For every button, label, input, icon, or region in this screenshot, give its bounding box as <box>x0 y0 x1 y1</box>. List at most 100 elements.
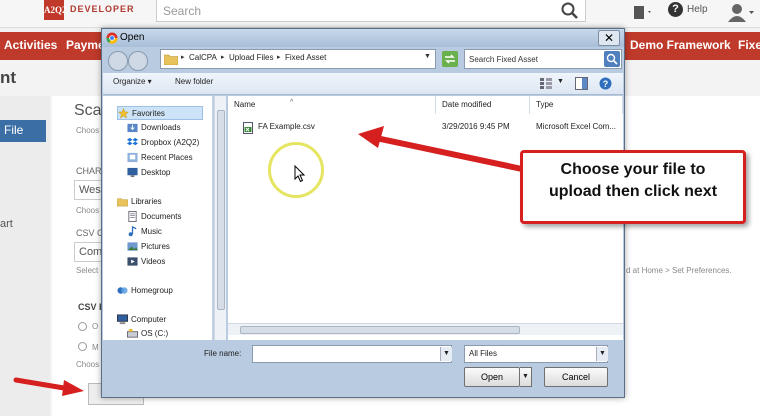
page-title: nt <box>0 68 17 87</box>
dialog-titlebar[interactable]: Open ✕ <box>102 29 624 47</box>
nav-homegroup[interactable]: Homegroup <box>117 284 203 298</box>
help-label: Help <box>687 4 708 15</box>
char-label: CHAR <box>76 166 102 176</box>
recent-places-icon <box>127 152 138 163</box>
address-dropdown-icon[interactable]: ▼ <box>424 53 431 60</box>
csv-select[interactable]: Com <box>74 242 104 262</box>
file-type-select[interactable]: All Files <box>464 345 608 363</box>
instruction-callout: Choose your file to upload then click ne… <box>520 150 746 224</box>
logo[interactable]: A2Q2 <box>44 0 67 20</box>
csv-hint: Select <box>76 266 99 275</box>
homegroup-icon <box>117 287 128 294</box>
radio-option-1-label: O <box>92 322 99 331</box>
csv-label: CSV C <box>76 228 104 238</box>
preferences-hint: d at Home > Set Preferences. <box>626 266 732 275</box>
global-search-input[interactable] <box>156 0 586 22</box>
navigation-pane: Favorites Downloads Dropbox (A2Q2) Recen… <box>103 96 213 340</box>
svg-text:?: ? <box>603 79 609 89</box>
folder-icon <box>164 54 178 65</box>
column-type[interactable]: Type <box>530 96 623 114</box>
nav-favorites[interactable]: Favorites <box>117 106 203 120</box>
address-bar[interactable]: ▸ CalCPA ▸ Upload Files ▸ Fixed Asset <box>160 49 436 69</box>
navigation-scrollbar[interactable] <box>214 96 226 340</box>
pictures-icon <box>127 242 138 251</box>
search-icon[interactable] <box>604 51 620 67</box>
videos-icon <box>127 257 138 266</box>
open-options-dropdown-icon[interactable]: ▼ <box>520 367 532 387</box>
radio-option-2-label: M <box>92 343 99 352</box>
char-select[interactable]: West <box>74 180 104 200</box>
column-name[interactable]: Name ^ <box>228 96 436 114</box>
scrollbar-thumb[interactable] <box>240 326 520 334</box>
user-avatar-icon[interactable] <box>726 2 756 22</box>
nav-payments[interactable]: Payme <box>66 38 105 52</box>
breadcrumb-fixed-asset[interactable]: Fixed Asset <box>285 53 326 62</box>
pointer-arrow-to-next <box>13 377 84 396</box>
file-name-input[interactable] <box>252 345 452 363</box>
nav-os-drive[interactable]: OS (C:) <box>127 327 212 340</box>
nav-demo-framework[interactable]: Demo Framework <box>630 38 731 52</box>
radio-option-1[interactable] <box>78 322 87 331</box>
open-button[interactable]: Open <box>464 367 520 387</box>
csv-file-icon <box>243 122 253 134</box>
nav-fixed[interactable]: Fixe <box>738 38 760 52</box>
help-button[interactable]: ? Help <box>668 2 716 20</box>
nav-desktop[interactable]: Desktop <box>127 166 212 180</box>
close-icon[interactable]: ✕ <box>598 30 620 46</box>
nav-computer[interactable]: Computer <box>117 313 203 327</box>
breadcrumb-upload-files[interactable]: Upload Files <box>229 53 273 62</box>
drive-icon <box>127 328 138 338</box>
downloads-folder-icon <box>127 123 138 133</box>
nav-recent-places[interactable]: Recent Places <box>127 151 212 165</box>
libraries-icon <box>117 198 128 207</box>
file-list-scrollbar[interactable] <box>228 323 623 335</box>
left-tab-start[interactable]: art <box>0 218 13 230</box>
mouse-cursor-icon <box>294 165 306 183</box>
desktop-icon <box>127 167 138 178</box>
notification-icon[interactable] <box>632 3 654 21</box>
nav-dropbox[interactable]: Dropbox (A2Q2) <box>127 136 212 150</box>
view-menu-icon[interactable]: ▼ <box>557 78 564 85</box>
nav-documents[interactable]: Documents <box>127 210 212 224</box>
star-icon <box>118 108 129 119</box>
callout-line-2: upload then click next <box>548 183 718 200</box>
help-icon[interactable]: ? <box>599 77 612 90</box>
file-name-cell: FA Example.csv <box>258 122 315 131</box>
dropbox-icon <box>127 137 138 146</box>
sort-arrow-icon: ^ <box>290 99 294 106</box>
column-date-modified[interactable]: Date modified <box>436 96 530 114</box>
nav-activities[interactable]: Activities <box>4 38 57 52</box>
view-options-icon[interactable] <box>539 77 553 90</box>
help-icon: ? <box>668 2 683 17</box>
chrome-icon <box>106 32 118 44</box>
left-tab-file[interactable]: File <box>0 120 46 142</box>
command-bar: Organize ▾ New folder ▼ ? <box>103 73 623 95</box>
nav-music[interactable]: Music <box>127 225 212 239</box>
callout-line-1: Choose your file to <box>560 161 706 178</box>
search-icon[interactable] <box>560 1 580 21</box>
pointer-arrow-to-file <box>358 126 524 172</box>
nav-pictures[interactable]: Pictures <box>127 240 212 254</box>
breadcrumb-calcpa[interactable]: CalCPA <box>189 53 217 62</box>
format-hint: Choos <box>76 360 100 369</box>
organize-button[interactable]: Organize ▾ <box>113 77 152 86</box>
refresh-icon[interactable] <box>442 51 458 67</box>
cancel-button[interactable]: Cancel <box>544 367 608 387</box>
logo-text: DEVELOPER <box>70 4 135 14</box>
forward-button[interactable] <box>128 51 148 71</box>
file-name-dropdown-icon[interactable]: ▼ <box>440 347 452 361</box>
folder-search-input[interactable] <box>464 49 622 69</box>
preview-pane-icon[interactable] <box>575 77 588 90</box>
file-type-dropdown-icon[interactable]: ▼ <box>596 347 608 361</box>
nav-videos[interactable]: Videos <box>127 255 212 269</box>
radio-option-2[interactable] <box>78 342 87 351</box>
scrollbar-thumb[interactable] <box>217 110 225 310</box>
section-hint: Choos <box>76 126 100 135</box>
dialog-title: Open <box>120 32 145 43</box>
new-folder-button[interactable]: New folder <box>175 77 213 86</box>
file-name-label: File name: <box>204 349 242 358</box>
nav-libraries[interactable]: Libraries <box>117 195 203 209</box>
documents-icon <box>128 211 137 222</box>
back-button[interactable] <box>108 51 128 71</box>
nav-downloads[interactable]: Downloads <box>127 121 212 135</box>
